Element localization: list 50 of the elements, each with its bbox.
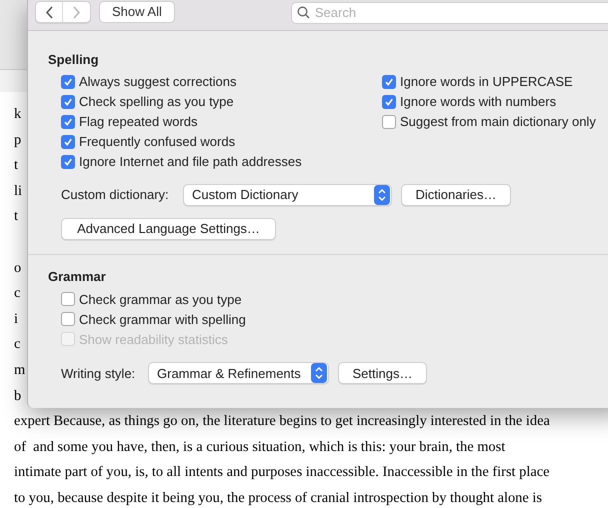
checkbox[interactable]	[61, 75, 75, 89]
checkbox-label: Flag repeated words	[79, 113, 198, 132]
document-text-line: t	[14, 207, 18, 226]
checkbox-label: Ignore words with numbers	[400, 93, 556, 112]
checkbox[interactable]	[61, 115, 75, 129]
document-text-line: i	[14, 310, 18, 329]
document-text-line: to you, because despite it being you, the process of cranial introspection by thought alone is	[14, 488, 542, 508]
document-text-line: c	[14, 335, 20, 354]
document-text-line: m	[14, 360, 26, 380]
document-text-line: t	[14, 156, 18, 176]
checkbox-label: Check grammar with spelling	[79, 310, 246, 329]
field-label: Writing style:	[61, 364, 136, 383]
document-text-line: c	[14, 284, 20, 304]
checkbox-label: Ignore words in UPPERCASE	[400, 73, 573, 92]
writing-style-popup[interactable]: Grammar & Refinements	[148, 362, 329, 384]
field-label: Custom dictionary:	[61, 186, 170, 204]
checkbox-label: Always suggest corrections	[79, 73, 237, 92]
checkbox-label: Check grammar as you type	[79, 290, 242, 309]
document-text-line: expert Because, as things go on, the literature begins to get increasingly interested in the idea	[14, 412, 550, 432]
document-text-line: intimate part of you, is, to all intents and purposes inaccessible. Inaccessible in the first place	[14, 463, 550, 482]
search-field[interactable]: Search	[290, 2, 608, 24]
checkbox-label: Show readability statistics	[79, 330, 228, 349]
checkbox[interactable]	[61, 292, 75, 306]
section-heading: Grammar	[48, 269, 107, 286]
checkbox[interactable]	[382, 95, 396, 109]
checkbox-label: Check spelling as you type	[79, 93, 234, 112]
checkbox[interactable]	[61, 155, 75, 169]
document-text-line: of and some you have, then, is a curious situation, which is this: your brain, the most	[14, 438, 506, 457]
stepper-icon	[374, 185, 390, 205]
section-heading: Spelling	[48, 52, 100, 68]
checkbox-label: Suggest from main dictionary only	[400, 113, 596, 132]
show-all-button[interactable]: Show All	[99, 1, 175, 23]
document-text-line: b	[14, 386, 22, 406]
dictionaries-button[interactable]: Dictionaries…	[401, 184, 511, 206]
search-icon	[296, 6, 310, 19]
document-text-line: p	[14, 130, 22, 150]
stepper-icon	[311, 363, 327, 384]
document-text-line: li	[14, 182, 22, 201]
advanced-language-settings-button[interactable]: Advanced Language Settings…	[61, 218, 276, 240]
checkbox[interactable]	[61, 95, 75, 109]
checkbox[interactable]	[61, 312, 75, 326]
checkbox-label: Frequently confused words	[79, 133, 236, 152]
document-text-line: k	[14, 105, 22, 124]
dictionary-popup[interactable]: Custom Dictionary	[183, 184, 392, 206]
document-text-line: o	[14, 258, 22, 278]
settings-button[interactable]: Settings…	[338, 362, 427, 384]
checkbox-label: Ignore Internet and file path addresses	[79, 153, 302, 172]
checkbox[interactable]	[61, 135, 75, 149]
checkbox[interactable]	[382, 75, 396, 89]
checkbox[interactable]	[382, 115, 396, 129]
